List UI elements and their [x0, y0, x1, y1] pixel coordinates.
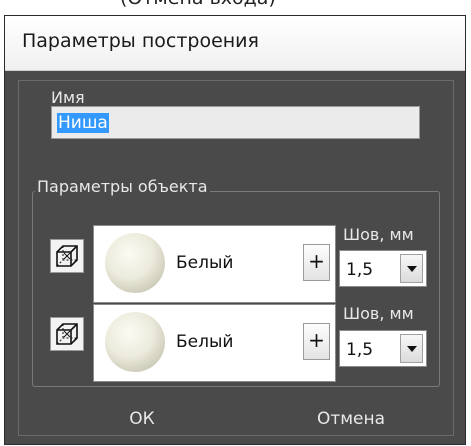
material-swatch-2[interactable]: Белый +	[93, 304, 336, 382]
material-swatch-1[interactable]: Белый +	[93, 225, 336, 303]
seam-label: Шов, мм	[343, 304, 414, 323]
background-caption-text: (Отмена входа)	[120, 0, 276, 9]
name-input-value: Ниша	[57, 113, 109, 133]
object-parameters-legend: Параметры объекта	[35, 177, 210, 196]
cancel-button[interactable]: Отмена	[296, 404, 406, 434]
ok-button[interactable]: ОК	[92, 404, 192, 434]
dialog-titlebar[interactable]: Параметры построения	[5, 16, 465, 71]
material-name: Белый	[176, 253, 234, 273]
cube-view-button-1[interactable]	[50, 239, 84, 273]
chevron-down-icon[interactable]	[400, 334, 423, 363]
add-material-button[interactable]: +	[303, 244, 330, 281]
wireframe-cube-icon	[56, 323, 78, 345]
seam-width-select-1[interactable]: 1,5	[339, 250, 427, 287]
name-label: Имя	[51, 88, 85, 107]
cube-view-button-2[interactable]	[50, 317, 84, 351]
seam-label: Шов, мм	[343, 225, 414, 244]
dialog-title: Параметры построения	[22, 30, 259, 52]
add-material-button[interactable]: +	[303, 323, 330, 360]
wireframe-cube-icon	[56, 245, 78, 267]
seam-width-value: 1,5	[346, 340, 374, 360]
chevron-down-icon[interactable]	[400, 254, 423, 283]
material-sphere-preview	[105, 233, 165, 293]
material-sphere-preview	[105, 312, 165, 372]
seam-width-value: 1,5	[346, 260, 374, 280]
seam-width-select-2[interactable]: 1,5	[339, 330, 427, 367]
material-name: Белый	[176, 332, 234, 352]
name-input[interactable]: Ниша	[51, 106, 420, 139]
